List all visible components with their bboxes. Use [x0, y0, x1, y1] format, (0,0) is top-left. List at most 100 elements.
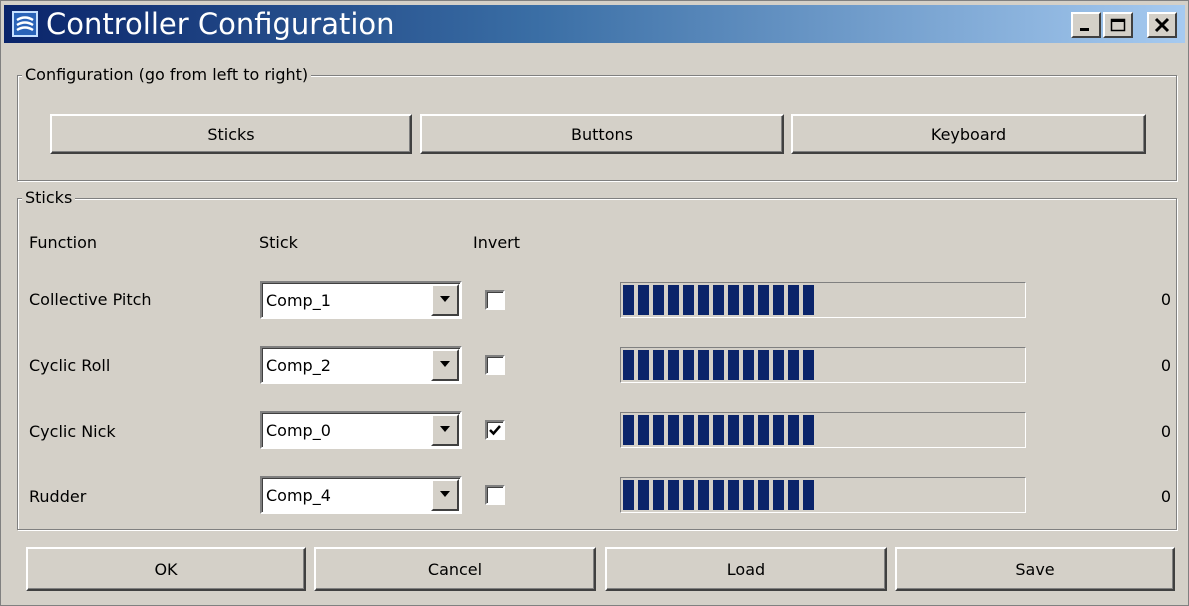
level-segment [788, 415, 799, 445]
level-segment [803, 350, 814, 380]
stick-value-rudder: 0 [1160, 487, 1171, 506]
function-label-collective-pitch: Collective Pitch [29, 290, 152, 309]
level-segment [653, 285, 664, 315]
level-segment [743, 285, 754, 315]
sticks-group-legend: Sticks [22, 188, 76, 208]
dropdown-arrow-icon[interactable] [431, 349, 459, 381]
title-bar[interactable]: Controller Configuration [4, 5, 1185, 43]
dropdown-arrow-icon[interactable] [431, 284, 459, 316]
stick-level-bar-cyclic-roll [620, 347, 1026, 383]
level-segment [803, 480, 814, 510]
level-segment [728, 350, 739, 380]
function-column-header: Function [29, 233, 98, 252]
level-segment [713, 480, 724, 510]
stick-select-rudder[interactable]: Comp_4 [260, 476, 462, 514]
sticks-group: Sticks Function Stick Invert Collective … [17, 188, 1177, 530]
stick-level-bar-rudder [620, 477, 1026, 513]
level-segment [668, 480, 679, 510]
level-segment [728, 415, 739, 445]
level-segment [788, 285, 799, 315]
level-segment [683, 415, 694, 445]
level-segment [698, 480, 709, 510]
level-segment [638, 415, 649, 445]
level-segment [653, 415, 664, 445]
level-segment [713, 285, 724, 315]
stick-level-bar-collective-pitch [620, 282, 1026, 318]
level-segment [773, 285, 784, 315]
stick-level-bar-cyclic-nick [620, 412, 1026, 448]
stick-select-value: Comp_1 [266, 291, 331, 310]
stick-value-collective-pitch: 0 [1160, 290, 1171, 309]
invert-checkbox-collective-pitch[interactable] [485, 290, 505, 310]
controller-configuration-window: Controller Configuration Configuration (… [0, 0, 1189, 606]
level-segment [758, 415, 769, 445]
stick-value-cyclic-nick: 0 [1160, 422, 1171, 441]
level-segment [803, 415, 814, 445]
sticks-button[interactable]: Sticks [50, 114, 412, 154]
level-segment [773, 415, 784, 445]
level-segment [623, 415, 634, 445]
function-label-cyclic-roll: Cyclic Roll [29, 356, 111, 375]
level-segment [698, 285, 709, 315]
ok-button[interactable]: OK [26, 547, 306, 591]
level-segment [788, 480, 799, 510]
level-segment [758, 350, 769, 380]
level-segment [758, 285, 769, 315]
level-segment [683, 285, 694, 315]
level-segment [743, 350, 754, 380]
level-segment [653, 350, 664, 380]
level-segment [668, 285, 679, 315]
stick-select-value: Comp_0 [266, 421, 331, 440]
cancel-button[interactable]: Cancel [314, 547, 596, 591]
configuration-group-legend: Configuration (go from left to right) [22, 65, 312, 85]
level-segment [743, 415, 754, 445]
function-label-rudder: Rudder [29, 487, 87, 506]
level-segment [683, 350, 694, 380]
level-segment [698, 415, 709, 445]
level-segment [758, 480, 769, 510]
level-segment [728, 285, 739, 315]
level-segment [638, 285, 649, 315]
app-logo-icon [12, 11, 38, 37]
level-segment [623, 285, 634, 315]
load-button[interactable]: Load [605, 547, 887, 591]
stick-column-header: Stick [259, 233, 298, 252]
level-segment [788, 350, 799, 380]
window-title: Controller Configuration [46, 7, 395, 41]
stick-select-value: Comp_2 [266, 356, 331, 375]
minimize-button[interactable] [1071, 12, 1101, 38]
level-segment [713, 350, 724, 380]
level-segment [623, 350, 634, 380]
configuration-group: Configuration (go from left to right) St… [17, 65, 1177, 181]
level-segment [623, 480, 634, 510]
close-button[interactable] [1147, 12, 1177, 38]
level-segment [773, 480, 784, 510]
level-segment [773, 350, 784, 380]
level-segment [743, 480, 754, 510]
invert-checkbox-rudder[interactable] [485, 485, 505, 505]
invert-column-header: Invert [473, 233, 521, 252]
save-button[interactable]: Save [895, 547, 1175, 591]
maximize-button[interactable] [1103, 12, 1133, 38]
level-segment [713, 415, 724, 445]
level-segment [728, 480, 739, 510]
invert-checkbox-cyclic-roll[interactable] [485, 355, 505, 375]
level-segment [668, 415, 679, 445]
invert-checkbox-cyclic-nick[interactable] [485, 420, 505, 440]
stick-select-value: Comp_4 [266, 486, 331, 505]
level-segment [683, 480, 694, 510]
buttons-button[interactable]: Buttons [420, 114, 784, 154]
level-segment [698, 350, 709, 380]
dropdown-arrow-icon[interactable] [431, 479, 459, 511]
level-segment [653, 480, 664, 510]
level-segment [638, 480, 649, 510]
stick-select-cyclic-nick[interactable]: Comp_0 [260, 411, 462, 449]
stick-select-collective-pitch[interactable]: Comp_1 [260, 281, 462, 319]
level-segment [803, 285, 814, 315]
stick-select-cyclic-roll[interactable]: Comp_2 [260, 346, 462, 384]
keyboard-button[interactable]: Keyboard [791, 114, 1146, 154]
level-segment [668, 350, 679, 380]
level-segment [638, 350, 649, 380]
dropdown-arrow-icon[interactable] [431, 414, 459, 446]
stick-value-cyclic-roll: 0 [1160, 356, 1171, 375]
